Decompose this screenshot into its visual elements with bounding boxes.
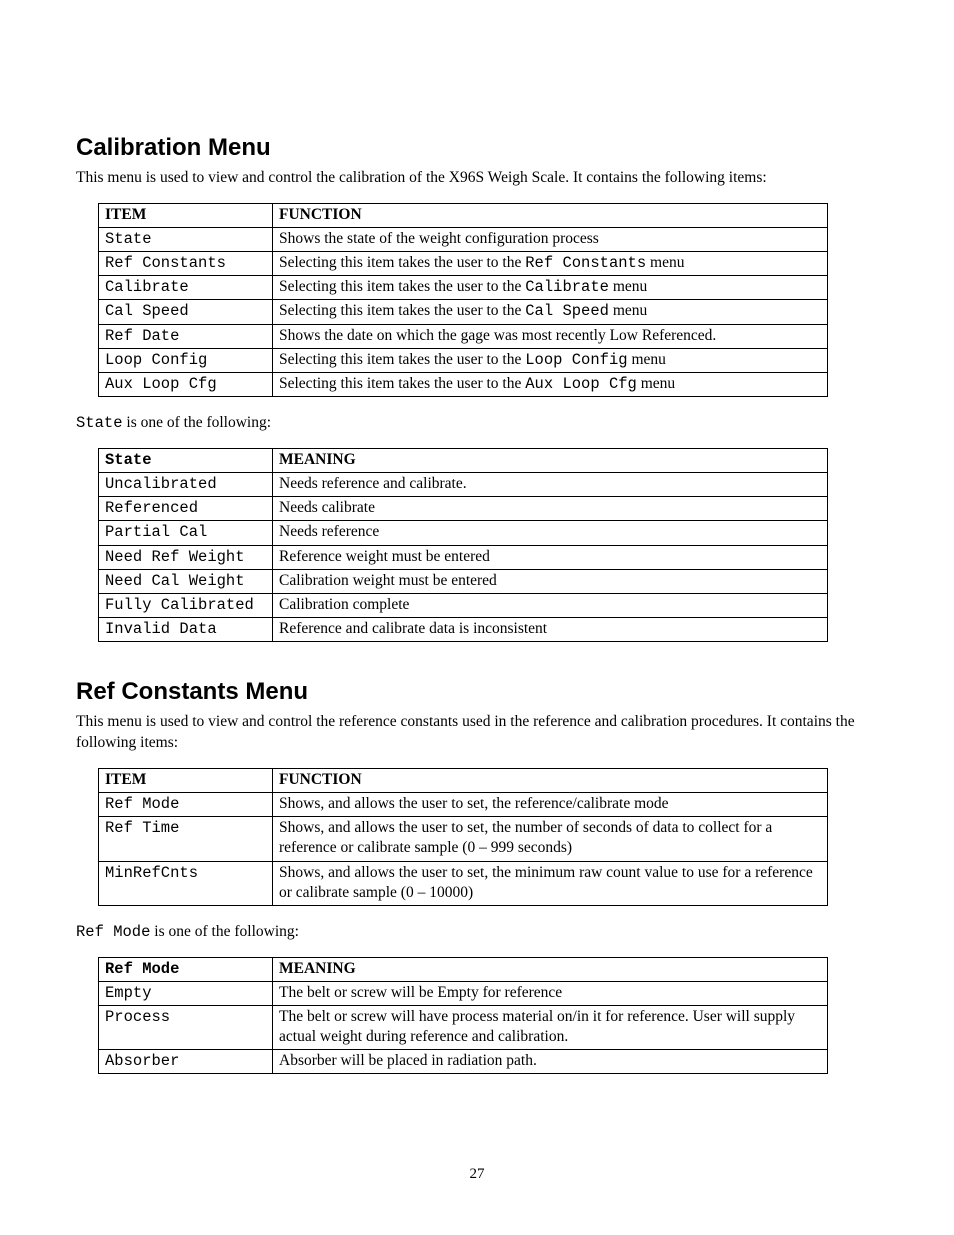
- cell-item: Cal Speed: [99, 300, 273, 324]
- table2-body: Uncalibrated Needs reference and calibra…: [99, 473, 828, 642]
- cell-item: State: [99, 228, 273, 252]
- table-row: MinRefCnts Shows, and allows the user to…: [99, 861, 828, 905]
- th-meaning: MEANING: [273, 448, 828, 472]
- note-ref-mode: Ref Mode is one of the following:: [76, 922, 878, 943]
- table-row: Referenced Needs calibrate: [99, 497, 828, 521]
- th-function: FUNCTION: [273, 203, 828, 227]
- table-row: Fully Calibrated Calibration complete: [99, 593, 828, 617]
- th-function: FUNCTION: [273, 768, 828, 792]
- cell-state: Invalid Data: [99, 617, 273, 641]
- table-row: Ref Constants Selecting this item takes …: [99, 252, 828, 276]
- table4-body: Empty The belt or screw will be Empty fo…: [99, 981, 828, 1074]
- table-row: Empty The belt or screw will be Empty fo…: [99, 981, 828, 1005]
- intro-ref-constants: This menu is used to view and control th…: [76, 712, 878, 754]
- cell-function: Shows, and allows the user to set, the m…: [273, 861, 828, 905]
- cell-meaning: Absorber will be placed in radiation pat…: [273, 1050, 828, 1074]
- th-item: ITEM: [99, 203, 273, 227]
- cell-meaning: Reference and calibrate data is inconsis…: [273, 617, 828, 641]
- cell-state: Partial Cal: [99, 521, 273, 545]
- th-item: ITEM: [99, 768, 273, 792]
- cell-ref-mode: Empty: [99, 981, 273, 1005]
- cell-meaning: Reference weight must be entered: [273, 545, 828, 569]
- table-row: Absorber Absorber will be placed in radi…: [99, 1050, 828, 1074]
- cell-meaning: Needs reference: [273, 521, 828, 545]
- cell-meaning: The belt or screw will have process mate…: [273, 1005, 828, 1049]
- cell-meaning: Needs reference and calibrate.: [273, 473, 828, 497]
- table-row: Need Ref Weight Reference weight must be…: [99, 545, 828, 569]
- table1-body: State Shows the state of the weight conf…: [99, 228, 828, 397]
- cell-item: MinRefCnts: [99, 861, 273, 905]
- cell-function: Selecting this item takes the user to th…: [273, 348, 828, 372]
- table-ref-mode-meanings: Ref Mode MEANING Empty The belt or screw…: [98, 957, 828, 1075]
- table-row: Ref Date Shows the date on which the gag…: [99, 324, 828, 348]
- cell-function: Shows the date on which the gage was mos…: [273, 324, 828, 348]
- heading-calibration-menu: Calibration Menu: [76, 134, 878, 162]
- cell-function: Shows the state of the weight configurat…: [273, 228, 828, 252]
- th-state: State: [99, 448, 273, 472]
- table-row: Loop Config Selecting this item takes th…: [99, 348, 828, 372]
- page-number: 27: [0, 1166, 954, 1183]
- cell-state: Need Ref Weight: [99, 545, 273, 569]
- table-row: Need Cal Weight Calibration weight must …: [99, 569, 828, 593]
- cell-item: Ref Constants: [99, 252, 273, 276]
- cell-meaning: Needs calibrate: [273, 497, 828, 521]
- table3-body: Ref Mode Shows, and allows the user to s…: [99, 793, 828, 906]
- cell-function: Shows, and allows the user to set, the n…: [273, 817, 828, 861]
- cell-state: Fully Calibrated: [99, 593, 273, 617]
- cell-ref-mode: Absorber: [99, 1050, 273, 1074]
- cell-function: Selecting this item takes the user to th…: [273, 276, 828, 300]
- intro-calibration: This menu is used to view and control th…: [76, 168, 878, 189]
- cell-function: Shows, and allows the user to set, the r…: [273, 793, 828, 817]
- cell-item: Ref Mode: [99, 793, 273, 817]
- cell-state: Uncalibrated: [99, 473, 273, 497]
- cell-item: Ref Time: [99, 817, 273, 861]
- table-ref-constants-items: ITEM FUNCTION Ref Mode Shows, and allows…: [98, 768, 828, 906]
- table-row: State Shows the state of the weight conf…: [99, 228, 828, 252]
- table-state-meanings: State MEANING Uncalibrated Needs referen…: [98, 448, 828, 642]
- cell-state: Referenced: [99, 497, 273, 521]
- cell-state: Need Cal Weight: [99, 569, 273, 593]
- cell-meaning: The belt or screw will be Empty for refe…: [273, 981, 828, 1005]
- cell-item: Ref Date: [99, 324, 273, 348]
- heading-ref-constants-menu: Ref Constants Menu: [76, 678, 878, 706]
- table-row: Ref Time Shows, and allows the user to s…: [99, 817, 828, 861]
- note-state: State is one of the following:: [76, 413, 878, 434]
- table-row: Calibrate Selecting this item takes the …: [99, 276, 828, 300]
- cell-meaning: Calibration weight must be entered: [273, 569, 828, 593]
- th-meaning: MEANING: [273, 957, 828, 981]
- table-row: Aux Loop Cfg Selecting this item takes t…: [99, 372, 828, 396]
- cell-item: Aux Loop Cfg: [99, 372, 273, 396]
- cell-function: Selecting this item takes the user to th…: [273, 300, 828, 324]
- cell-meaning: Calibration complete: [273, 593, 828, 617]
- th-ref-mode: Ref Mode: [99, 957, 273, 981]
- cell-item: Loop Config: [99, 348, 273, 372]
- cell-ref-mode: Process: [99, 1005, 273, 1049]
- table-row: Uncalibrated Needs reference and calibra…: [99, 473, 828, 497]
- table-row: Ref Mode Shows, and allows the user to s…: [99, 793, 828, 817]
- table-row: Process The belt or screw will have proc…: [99, 1005, 828, 1049]
- table-row: Partial Cal Needs reference: [99, 521, 828, 545]
- cell-function: Selecting this item takes the user to th…: [273, 372, 828, 396]
- table-calibration-items: ITEM FUNCTION State Shows the state of t…: [98, 203, 828, 397]
- table-row: Cal Speed Selecting this item takes the …: [99, 300, 828, 324]
- cell-function: Selecting this item takes the user to th…: [273, 252, 828, 276]
- cell-item: Calibrate: [99, 276, 273, 300]
- table-row: Invalid Data Reference and calibrate dat…: [99, 617, 828, 641]
